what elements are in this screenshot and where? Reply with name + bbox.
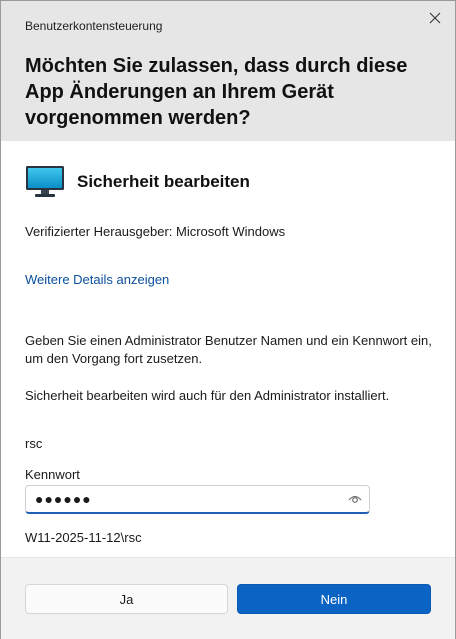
app-name: Sicherheit bearbeiten: [77, 172, 250, 191]
username-text: rsc: [25, 436, 43, 451]
uac-dialog: Benutzerkontensteuerung Möchten Sie zula…: [0, 0, 456, 639]
dialog-header: Benutzerkontensteuerung Möchten Sie zula…: [1, 1, 455, 141]
consent-question: Möchten Sie zulassen, dass durch diese A…: [25, 55, 408, 129]
window-title: Benutzerkontensteuerung: [25, 19, 163, 33]
close-icon: [429, 12, 441, 24]
publisher-info: Verifizierter Herausgeber: Microsoft Win…: [25, 224, 286, 239]
password-field[interactable]: ●●●●●●: [25, 485, 370, 514]
no-button[interactable]: Nein: [237, 584, 431, 614]
show-details-link[interactable]: Weitere Details anzeigen: [25, 272, 169, 287]
close-button[interactable]: [419, 3, 451, 33]
button-bar: Ja Nein: [1, 557, 455, 639]
yes-button[interactable]: Ja: [25, 584, 228, 614]
domain-account: W11-2025-11-12\rsc: [25, 530, 142, 545]
monitor-icon: [26, 166, 64, 197]
password-value: ●●●●●●: [35, 491, 92, 507]
password-label: Kennwort: [25, 467, 80, 482]
credential-instruction: Geben Sie einen Administrator Benutzer N…: [25, 333, 432, 366]
app-info: Sicherheit bearbeiten: [25, 165, 250, 199]
install-note: Sicherheit bearbeiten wird auch für den …: [25, 388, 390, 403]
reveal-password-icon[interactable]: [348, 493, 362, 505]
